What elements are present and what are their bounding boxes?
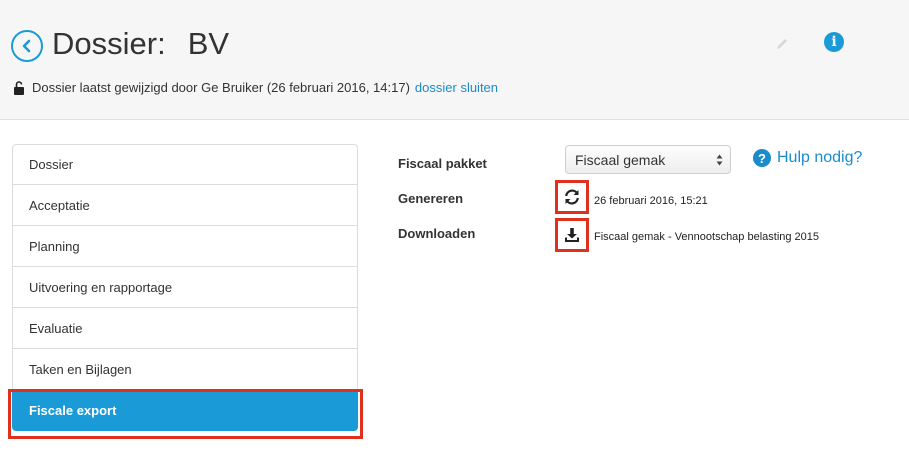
sidebar-nav: Dossier Acceptatie Planning Uitvoering e… <box>12 144 358 431</box>
sidebar-item-acceptatie[interactable]: Acceptatie <box>12 185 358 226</box>
chevron-left-icon <box>22 39 31 53</box>
sidebar-item-label: Acceptatie <box>29 197 90 213</box>
sidebar-item-planning[interactable]: Planning <box>12 226 358 267</box>
generate-timestamp: 26 februari 2016, 15:21 <box>594 195 708 207</box>
sidebar-item-label: Fiscale export <box>29 402 117 418</box>
last-modified-info: Dossier laatst gewijzigd door Ge Bruiker… <box>13 80 498 95</box>
generate-button[interactable] <box>555 180 589 214</box>
sidebar-item-evaluatie[interactable]: Evaluatie <box>12 308 358 349</box>
page-header: Dossier: BV i Dossier laatst gewijzigd do… <box>0 0 909 120</box>
help-text: Hulp nodig? <box>777 149 863 166</box>
back-button[interactable] <box>11 30 43 62</box>
select-arrows-icon <box>716 154 723 166</box>
pencil-icon[interactable] <box>774 36 790 52</box>
sidebar-item-dossier[interactable]: Dossier <box>12 144 358 185</box>
sidebar-item-taken[interactable]: Taken en Bijlagen <box>12 349 358 390</box>
sidebar-item-fiscale-export[interactable]: Fiscale export <box>12 390 358 431</box>
sidebar-item-label: Uitvoering en rapportage <box>29 279 173 295</box>
download-filename: Fiscaal gemak - Vennootschap belasting 2… <box>594 231 820 243</box>
package-label: Fiscaal pakket <box>398 156 487 171</box>
download-icon <box>565 228 579 242</box>
package-select[interactable]: Fiscaal gemak <box>565 145 731 174</box>
sidebar-item-label: Dossier <box>29 157 74 172</box>
download-button[interactable] <box>555 218 589 252</box>
question-icon: ? <box>753 149 771 167</box>
help-link[interactable]: ? Hulp nodig? <box>753 149 862 167</box>
unlocked-icon <box>14 80 24 95</box>
refresh-icon <box>565 189 579 205</box>
close-dossier-link[interactable]: dossier sluiten <box>415 80 498 95</box>
page-title: Dossier: BV <box>52 26 229 62</box>
package-select-value: Fiscaal gemak <box>575 151 666 168</box>
sidebar-item-label: Planning <box>29 238 80 254</box>
sidebar-item-uitvoering[interactable]: Uitvoering en rapportage <box>12 267 358 308</box>
page-title-label: Dossier: <box>52 26 166 61</box>
sidebar-item-label: Taken en Bijlagen <box>29 361 132 377</box>
download-label: Downloaden <box>398 226 476 241</box>
info-icon[interactable]: i <box>824 32 844 52</box>
page-title-client: BV <box>187 26 230 61</box>
sidebar-item-label: Evaluatie <box>29 320 83 336</box>
last-modified-text: Dossier laatst gewijzigd door Ge Bruiker… <box>32 80 410 95</box>
generate-label: Genereren <box>398 191 464 206</box>
